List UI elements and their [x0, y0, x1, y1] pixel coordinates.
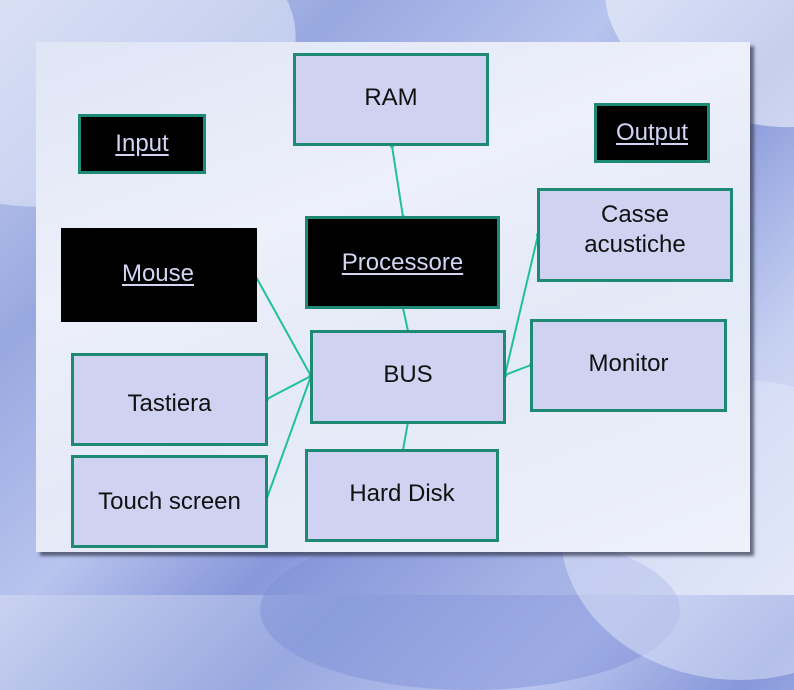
- node-touch-label: Touch screen: [98, 487, 241, 515]
- node-bus: BUS: [310, 330, 506, 424]
- node-mouse-link[interactable]: Mouse: [122, 259, 194, 289]
- node-mouse[interactable]: Mouse: [61, 228, 257, 322]
- node-bus-label: BUS: [383, 360, 433, 388]
- node-output-link[interactable]: Output: [616, 118, 688, 148]
- node-ram-label: RAM: [364, 84, 418, 111]
- background-swoosh: [260, 530, 680, 690]
- node-casse-acustiche: Casse acustiche: [537, 188, 733, 282]
- node-processore[interactable]: Processore: [305, 216, 500, 309]
- node-monitor-label: Monitor: [588, 350, 669, 377]
- node-ram: RAM: [293, 53, 489, 146]
- node-monitor: Monitor: [530, 319, 727, 412]
- node-harddisk-label: Hard Disk: [349, 480, 455, 507]
- node-input[interactable]: Input: [78, 114, 206, 174]
- node-output[interactable]: Output: [594, 103, 710, 163]
- node-casse-label: Casse acustiche: [584, 201, 686, 258]
- node-tastiera: Tastiera: [71, 353, 268, 446]
- node-touch-screen: Touch screen: [71, 455, 268, 548]
- node-input-link[interactable]: Input: [115, 129, 168, 159]
- node-hard-disk: Hard Disk: [305, 449, 499, 542]
- node-tastiera-label: Tastiera: [127, 389, 212, 417]
- node-processore-link[interactable]: Processore: [342, 248, 463, 278]
